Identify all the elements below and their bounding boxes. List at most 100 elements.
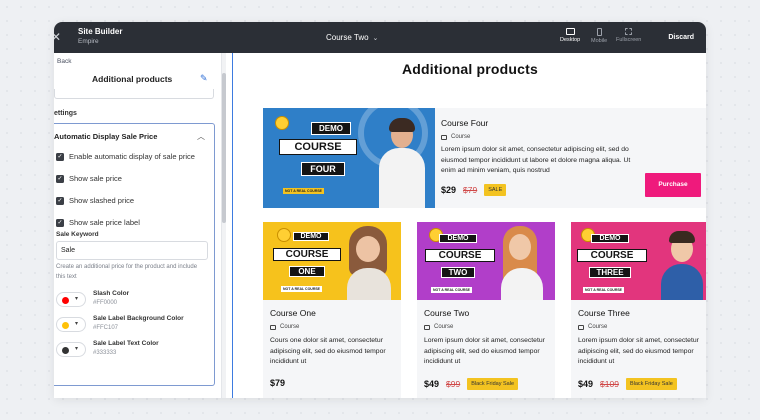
checkbox-checked-icon: ✓	[56, 152, 64, 161]
settings-label: ettings	[54, 110, 77, 117]
course-icon	[270, 324, 276, 330]
checkbox-checked-icon: ✓	[56, 218, 64, 227]
sale-price: $49	[578, 378, 594, 389]
device-mobile-button[interactable]: Mobile	[591, 28, 607, 45]
sale-keyword-input[interactable]: Sale	[56, 241, 208, 260]
course-tag-label: Course	[280, 324, 300, 330]
title-input[interactable]	[54, 89, 214, 99]
device-fullscreen-button[interactable]: Fullscreen	[616, 28, 641, 44]
site-brand: Site Builder Empire	[78, 28, 122, 46]
thumb-note: NOT A REAL COURSE	[431, 287, 473, 293]
chevron-down-icon: ▾	[75, 346, 79, 352]
product-description: Cours one dolor sit amet, consectetur ad…	[270, 337, 386, 365]
course-thumbnail: DEMO COURSE THREE NOT A REAL COURSE	[571, 222, 706, 300]
device-desktop-label: Desktop	[560, 37, 581, 43]
price-row: $49 $99 Black Friday Sale	[424, 377, 550, 390]
course-tag-label: Course	[588, 324, 608, 330]
product-title[interactable]: Course Two	[424, 308, 550, 318]
product-description: Lorem ipsum dolor sit amet, consectetur …	[441, 146, 631, 174]
sale-price: $29	[441, 184, 457, 195]
sale-price: $49	[424, 378, 440, 389]
checkbox-show-slashed-price[interactable]: ✓ Show slashed price	[56, 196, 134, 205]
product-description: Lorem ipsum dolor sit amet, consectetur …	[578, 337, 699, 365]
sale-keyword-label: Sale Keyword	[56, 231, 99, 238]
emoji-icon	[277, 228, 291, 242]
edit-pencil-icon[interactable]: ✎	[200, 73, 208, 84]
section-header[interactable]: Automatic Display Sale Price	[54, 132, 157, 141]
checkbox-label: Show sale price label	[69, 218, 140, 227]
product-card[interactable]: DEMO COURSE THREE NOT A REAL COURSE Cour…	[571, 222, 706, 398]
color-name: Sale Label Text Color	[93, 340, 159, 347]
course-tag: Course	[578, 324, 704, 330]
thumb-line2: COURSE	[577, 249, 647, 262]
thumb-line3: THREE	[589, 267, 631, 278]
thumb-line3: ONE	[289, 266, 325, 277]
checkbox-checked-icon: ✓	[56, 196, 64, 205]
person-image	[509, 234, 531, 260]
checkbox-enable-sale-price[interactable]: ✓ Enable automatic display of sale price	[56, 152, 195, 161]
color-hex: #FFC107	[93, 325, 119, 331]
course-icon	[441, 134, 447, 140]
thumb-line2: COURSE	[425, 249, 495, 262]
close-icon[interactable]: ✕	[54, 30, 61, 44]
chevron-down-icon: ▾	[75, 321, 79, 327]
device-desktop-button[interactable]: Desktop	[560, 28, 580, 44]
product-card[interactable]: DEMO COURSE TWO NOT A REAL COURSE Course…	[417, 222, 555, 398]
checkbox-show-sale-price[interactable]: ✓ Show sale price	[56, 174, 122, 183]
product-card[interactable]: DEMO COURSE ONE NOT A REAL COURSE Course…	[263, 222, 401, 398]
thumb-note: NOT A REAL COURSE	[281, 286, 323, 292]
slashed-price: $109	[600, 378, 619, 389]
color-name: Slash Color	[93, 290, 130, 297]
discard-button[interactable]: Discard	[668, 34, 694, 41]
card-body: Course Two Course Lorem ipsum dolor sit …	[424, 308, 550, 390]
thumb-line1: DEMO	[439, 234, 477, 243]
product-title[interactable]: Course One	[270, 308, 396, 318]
course-icon	[578, 324, 584, 330]
builder-window: ✕ Site Builder Empire Course Two ⌄ Deskto…	[54, 22, 706, 398]
checkbox-label: Enable automatic display of sale price	[69, 152, 195, 161]
preview-heading: Additional products	[401, 61, 538, 77]
sale-badge: Black Friday Sale	[467, 377, 519, 390]
color-picker-button[interactable]: ▾	[56, 292, 86, 307]
panel-title: Additional products	[92, 74, 173, 84]
sale-price: $79	[270, 377, 286, 388]
color-name: Sale Label Background Color	[93, 315, 184, 322]
thumb-line2: COURSE	[273, 248, 341, 261]
color-hex: #FF0000	[93, 300, 118, 306]
panel-scrollbar[interactable]	[222, 53, 226, 398]
thumb-line3: TWO	[441, 267, 475, 278]
checkbox-checked-icon: ✓	[56, 174, 64, 183]
color-picker-button[interactable]: ▾	[56, 317, 86, 332]
price-row: $49 $109 Black Friday Sale	[578, 377, 704, 390]
chevron-down-icon: ⌄	[372, 35, 379, 42]
page-selector[interactable]: Course Two ⌄	[326, 33, 378, 42]
purchase-button[interactable]: Purchase	[645, 173, 701, 197]
course-thumbnail: DEMO COURSE TWO NOT A REAL COURSE	[417, 222, 555, 300]
chevron-down-icon: ▾	[75, 296, 79, 302]
price-row: $79	[270, 378, 396, 388]
color-picker-button[interactable]: ▾	[56, 342, 86, 357]
checkbox-label: Show sale price	[69, 174, 122, 183]
featured-product-card[interactable]: DEMO COURSE FOUR NOT A REAL COURSE Cours…	[263, 108, 706, 208]
scrollbar-thumb[interactable]	[222, 73, 226, 223]
sale-badge: SALE	[484, 183, 507, 196]
product-description: Lorem ipsum dolor sit amet, consectetur …	[424, 337, 545, 365]
sale-badge: Black Friday Sale	[625, 377, 677, 390]
top-bar: ✕ Site Builder Empire Course Two ⌄ Deskto…	[54, 22, 706, 53]
product-title[interactable]: Course Three	[578, 308, 704, 318]
course-thumbnail: DEMO COURSE FOUR NOT A REAL COURSE	[263, 108, 435, 208]
chevron-up-icon[interactable]: ︿	[197, 131, 205, 142]
settings-panel: Back Additional products ✎ ettings Autom…	[54, 53, 222, 398]
device-fullscreen-label: Fullscreen	[616, 37, 642, 43]
price-row: $29 $79 SALE	[441, 183, 641, 196]
back-link[interactable]: Back	[57, 58, 71, 65]
checkbox-show-sale-label[interactable]: ✓ Show sale price label	[56, 218, 140, 227]
course-tag: Course	[270, 324, 396, 330]
color-swatch	[62, 346, 69, 354]
sale-keyword-help: Create an additional price for the produ…	[56, 264, 198, 280]
page-preview: Additional products DEMO COURSE FOUR NOT…	[232, 53, 706, 398]
thumb-line1: DEMO	[311, 122, 351, 135]
emoji-icon	[275, 116, 289, 130]
product-title[interactable]: Course Four	[441, 118, 641, 128]
course-tag-label: Course	[451, 134, 471, 140]
